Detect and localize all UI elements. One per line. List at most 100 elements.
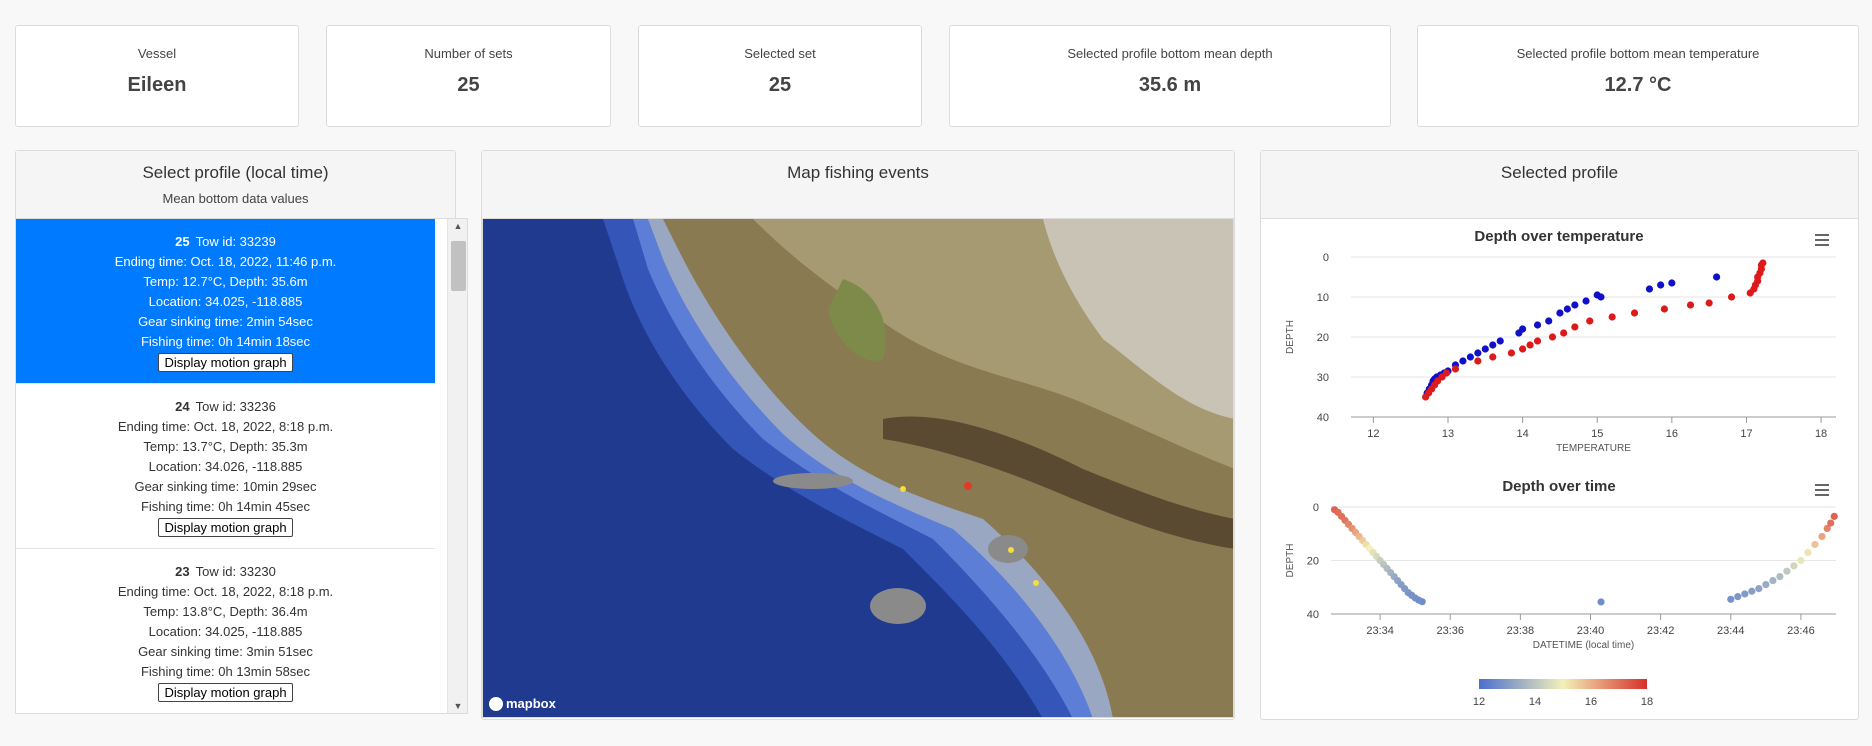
data-point[interactable] [1727, 595, 1735, 603]
y-tick-label: 40 [1307, 609, 1319, 621]
scroll-up-icon[interactable]: ▲ [448, 221, 467, 231]
y-tick-label: 0 [1313, 502, 1319, 514]
data-point[interactable] [1571, 301, 1579, 309]
data-point[interactable] [1481, 345, 1489, 353]
x-tick-label: 23:38 [1507, 625, 1535, 637]
x-tick-label: 23:46 [1787, 625, 1815, 637]
data-point[interactable] [1474, 349, 1482, 357]
data-point[interactable] [1489, 341, 1497, 349]
data-point[interactable] [1556, 309, 1564, 317]
data-point[interactable] [1762, 580, 1770, 589]
data-point[interactable] [1507, 349, 1516, 357]
data-point[interactable] [1466, 353, 1474, 361]
profile-list-scrollbar[interactable]: ▲ ▼ [447, 219, 467, 713]
fishing-event-marker[interactable] [1033, 580, 1039, 586]
data-point[interactable] [1827, 519, 1835, 527]
data-point[interactable] [1548, 333, 1557, 341]
profile-list-item[interactable]: 23 Tow id: 33230 Ending time: Oct. 18, 202… [16, 549, 435, 713]
island-group [773, 473, 853, 489]
map-canvas[interactable] [483, 219, 1234, 718]
data-point[interactable] [1804, 548, 1812, 557]
display-motion-graph-button[interactable]: Display motion graph [158, 353, 293, 372]
data-point[interactable] [1783, 567, 1791, 575]
hamburger-icon[interactable] [1815, 234, 1829, 246]
fishing-event-marker[interactable] [964, 482, 972, 490]
data-point[interactable] [1790, 562, 1798, 570]
profile-header: 25 Tow id: 33239 [16, 232, 435, 252]
display-motion-graph-button[interactable]: Display motion graph [158, 683, 293, 702]
hamburger-icon[interactable] [1815, 484, 1829, 496]
scroll-down-icon[interactable]: ▼ [448, 701, 467, 711]
data-point[interactable] [1713, 273, 1721, 281]
mapbox-attribution: mapbox [506, 696, 556, 711]
data-point[interactable] [1769, 576, 1777, 585]
data-point[interactable] [1830, 512, 1838, 520]
data-point[interactable] [1818, 532, 1826, 541]
data-point[interactable] [1797, 556, 1805, 565]
data-point[interactable] [1582, 297, 1590, 305]
x-tick-label: 12 [1367, 428, 1379, 440]
data-point[interactable] [1741, 590, 1749, 598]
mapbox-icon [489, 696, 503, 711]
x-tick-label: 14 [1516, 428, 1528, 440]
data-point[interactable] [1418, 598, 1426, 606]
data-point[interactable] [1545, 317, 1553, 325]
selected-profile-title: Selected profile [1500, 163, 1619, 182]
x-tick-label: 23:40 [1577, 625, 1605, 637]
data-point[interactable] [1519, 325, 1527, 333]
data-point[interactable] [1597, 293, 1605, 301]
location: Location: 34.025, -118.885 [148, 624, 303, 639]
data-point[interactable] [1734, 593, 1742, 601]
profile-list-item[interactable]: 24 Tow id: 33236 Ending time: Oct. 18, 202… [16, 384, 435, 549]
data-point[interactable] [1533, 337, 1542, 345]
data-point[interactable] [1748, 587, 1756, 595]
selected-profile-header: Selected profile [1261, 151, 1858, 219]
display-motion-graph-button[interactable]: Display motion graph [158, 518, 293, 537]
depth-over-temperature-chart[interactable]: Depth over temperature 0 10 20 30 40 12 13 14 15 1… [1261, 221, 1858, 466]
scrollbar-thumb[interactable] [451, 241, 466, 291]
data-point[interactable] [1489, 353, 1497, 361]
selected-set-value: 25 [768, 74, 792, 96]
data-point[interactable] [1776, 572, 1784, 581]
data-point[interactable] [1668, 279, 1676, 287]
vessel-label: Vessel [137, 46, 177, 61]
data-point[interactable] [1608, 313, 1616, 321]
data-point[interactable] [1727, 293, 1736, 301]
profile-number: 24 [175, 399, 190, 414]
fishing-event-marker[interactable] [1008, 547, 1014, 553]
temp-depth: Temp: 13.7°C, Depth: 35.3m [143, 439, 308, 454]
data-point[interactable] [1657, 281, 1665, 289]
data-point[interactable] [1563, 305, 1571, 313]
fishing-time: Fishing time: 0h 14min 18sec [140, 334, 311, 349]
data-point[interactable] [1586, 317, 1594, 325]
vessel-value: Eileen [127, 74, 187, 96]
fishing-event-marker[interactable] [900, 486, 906, 492]
data-point[interactable] [1645, 285, 1654, 293]
data-point[interactable] [1442, 369, 1451, 377]
data-point[interactable] [1451, 365, 1460, 373]
profile-list-item[interactable]: 25 Tow id: 33239 Ending time: Oct. 18, 202… [16, 219, 435, 384]
temp-depth: Temp: 13.8°C, Depth: 36.4m [143, 604, 308, 619]
data-point[interactable] [1630, 309, 1639, 317]
data-point[interactable] [1755, 584, 1763, 593]
data-point[interactable] [1660, 305, 1668, 313]
fishing-events-map[interactable]: mapbox [482, 218, 1234, 718]
data-point[interactable] [1533, 321, 1542, 329]
data-point[interactable] [1560, 329, 1568, 337]
data-point[interactable] [1526, 341, 1534, 349]
data-point[interactable] [1811, 540, 1819, 549]
profile-number: 25 [175, 234, 190, 249]
data-point[interactable] [1597, 598, 1605, 606]
data-point[interactable] [1571, 323, 1579, 331]
profile-list[interactable]: 25 Tow id: 33239 Ending time: Oct. 18, 202… [15, 218, 468, 714]
data-point[interactable] [1705, 299, 1713, 307]
data-point[interactable] [1474, 357, 1482, 365]
depth-over-time-chart[interactable]: Depth over time 0 20 40 23:34 23:36 23:38 23:40… [1261, 469, 1858, 719]
location: Location: 34.025, -118.885 [148, 294, 303, 309]
data-point[interactable] [1459, 357, 1467, 365]
data-point[interactable] [1686, 301, 1695, 309]
data-point[interactable] [1759, 259, 1767, 267]
data-point[interactable] [1519, 345, 1527, 353]
data-point[interactable] [1496, 337, 1504, 345]
mapbox-logo[interactable]: mapbox [489, 696, 556, 711]
